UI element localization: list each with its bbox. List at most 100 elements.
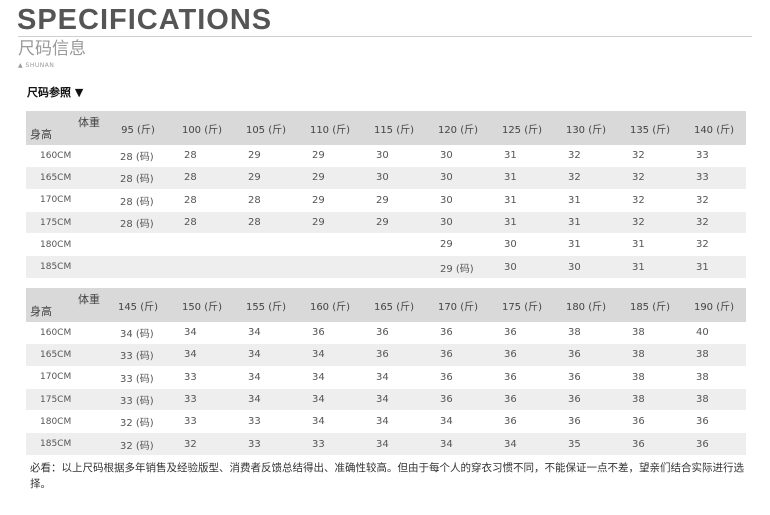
height-cell: 160CM (26, 322, 106, 345)
table-row: 180CM 29 30 31 31 32 (26, 234, 746, 257)
size-cell: 34 (170, 344, 234, 367)
size-cell: 28 (170, 167, 234, 190)
table-row: 175CM 28 (码) 28 28 29 29 30 31 31 32 32 (26, 211, 746, 235)
weight-column-header: 170 (斤) (426, 288, 490, 322)
size-cell: 34 (298, 366, 362, 389)
size-cell: 33 (码) (106, 366, 170, 389)
size-cell: 32 (554, 167, 618, 190)
size-cell: 33 (码) (106, 344, 170, 367)
size-cell: 28 (170, 145, 234, 168)
size-cell: 33 (298, 433, 362, 456)
size-cell: 33 (170, 388, 234, 412)
weight-column-header: 115 (斤) (362, 111, 426, 145)
size-cell: 32 (618, 167, 682, 190)
size-cell: 36 (490, 388, 554, 412)
size-cell: 34 (362, 388, 426, 412)
brand-label: ▲ SHUNAN (18, 62, 55, 69)
size-cell: 34 (362, 411, 426, 434)
height-header: 身高 (30, 305, 52, 318)
height-header: 身高 (30, 128, 52, 141)
brand-name: SHUNAN (25, 62, 55, 69)
size-cell: 36 (554, 388, 618, 412)
size-cell: 30 (490, 256, 554, 279)
size-cell: 33 (682, 167, 746, 190)
size-cell (362, 256, 426, 279)
weight-column-header: 165 (斤) (362, 288, 426, 322)
size-cell: 32 (682, 211, 746, 235)
size-cell: 34 (426, 411, 490, 434)
size-cell: 36 (362, 322, 426, 345)
size-cell: 32 (618, 189, 682, 212)
size-cell: 29 (298, 145, 362, 168)
size-cell: 36 (554, 344, 618, 367)
table-row: 170CM 28 (码) 28 28 29 29 30 31 31 32 32 (26, 189, 746, 212)
size-cell: 40 (682, 322, 746, 345)
size-cell: 29 (298, 189, 362, 212)
size-cell: 36 (426, 344, 490, 367)
size-cell: 30 (362, 145, 426, 168)
size-cell: 30 (426, 211, 490, 235)
size-cell: 30 (554, 256, 618, 279)
size-cell: 28 (234, 211, 298, 235)
size-cell: 34 (234, 388, 298, 412)
table-row: 185CM 32 (码) 32 33 33 34 34 34 35 36 36 (26, 433, 746, 456)
weight-column-header: 95 (斤) (106, 111, 170, 145)
table-header-row: 体重 身高 145 (斤) 150 (斤) 155 (斤) 160 (斤) 165 (斤… (26, 288, 746, 322)
weight-column-header: 180 (斤) (554, 288, 618, 322)
size-cell: 36 (682, 411, 746, 434)
size-cell: 28 (码) (106, 167, 170, 190)
size-cell: 32 (码) (106, 411, 170, 434)
height-cell: 180CM (26, 411, 106, 434)
size-cell: 34 (298, 411, 362, 434)
size-cell: 31 (618, 256, 682, 279)
size-cell (170, 234, 234, 257)
size-cell: 29 (426, 234, 490, 257)
table-row: 160CM 28 (码) 28 29 29 30 30 31 32 32 33 (26, 145, 746, 168)
size-cell: 33 (170, 411, 234, 434)
size-cell: 28 (码) (106, 211, 170, 235)
size-cell: 30 (490, 234, 554, 257)
size-cell: 31 (682, 256, 746, 279)
size-cell: 38 (682, 344, 746, 367)
weight-column-header: 145 (斤) (106, 288, 170, 322)
weight-column-header: 120 (斤) (426, 111, 490, 145)
size-cell: 33 (170, 366, 234, 389)
size-cell: 38 (618, 366, 682, 389)
size-cell: 29 (362, 189, 426, 212)
size-cell (362, 234, 426, 257)
size-cell: 31 (618, 234, 682, 257)
size-cell: 32 (554, 145, 618, 168)
corner-cell: 体重 身高 (26, 288, 106, 322)
table-row: 165CM 28 (码) 28 29 29 30 30 31 32 32 33 (26, 167, 746, 190)
table-row: 165CM 33 (码) 34 34 34 36 36 36 36 38 38 (26, 344, 746, 367)
size-cell: 32 (618, 211, 682, 235)
size-cell: 34 (170, 322, 234, 345)
size-cell: 34 (298, 388, 362, 412)
size-cell: 29 (362, 211, 426, 235)
table-row: 185CM 29 (码) 30 30 31 31 (26, 256, 746, 279)
weight-column-header: 100 (斤) (170, 111, 234, 145)
size-cell: 38 (682, 388, 746, 412)
height-cell: 170CM (26, 189, 106, 212)
size-table-light: 体重 身高 95 (斤) 100 (斤) 105 (斤) 110 (斤) 115 (斤)… (26, 111, 746, 279)
size-cell: 32 (170, 433, 234, 456)
size-cell: 31 (554, 189, 618, 212)
weight-column-header: 135 (斤) (618, 111, 682, 145)
height-cell: 185CM (26, 256, 106, 279)
size-cell (170, 256, 234, 279)
size-cell: 30 (426, 167, 490, 190)
size-cell: 34 (362, 366, 426, 389)
size-cell: 34 (426, 433, 490, 456)
height-cell: 180CM (26, 234, 106, 257)
size-cell: 36 (426, 366, 490, 389)
height-cell: 165CM (26, 167, 106, 190)
size-cell: 32 (码) (106, 433, 170, 456)
height-cell: 175CM (26, 388, 106, 412)
size-cell: 34 (362, 433, 426, 456)
size-cell: 36 (426, 388, 490, 412)
size-cell: 32 (682, 189, 746, 212)
title-divider (18, 36, 752, 37)
weight-column-header: 185 (斤) (618, 288, 682, 322)
weight-column-header: 155 (斤) (234, 288, 298, 322)
size-cell: 34 (298, 344, 362, 367)
